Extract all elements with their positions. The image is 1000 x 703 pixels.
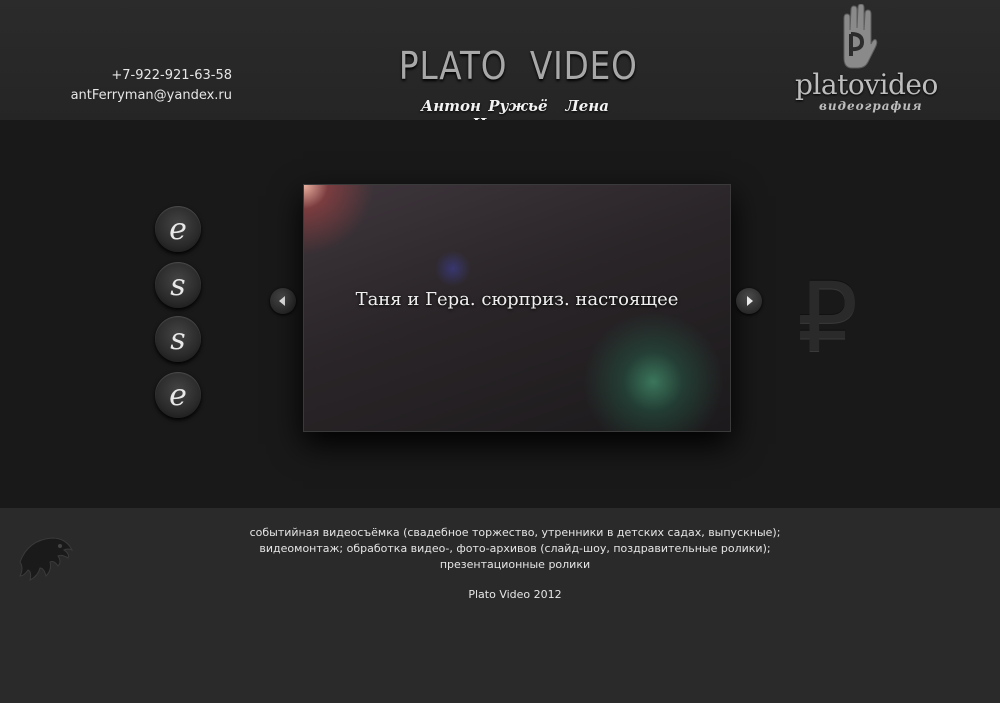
service-line-3: презентационные ролики	[439, 558, 591, 571]
services-list: событийная видеосъёмка (свадебное торжес…	[240, 525, 790, 573]
arrow-left-icon	[279, 296, 285, 306]
side-nav-button-4[interactable]: e	[155, 372, 201, 418]
platovideo-logo[interactable]: platovideo видеография	[790, 3, 938, 116]
footer: событийная видеосъёмка (свадебное торжес…	[0, 508, 1000, 703]
copyright: Plato Video 2012	[468, 588, 562, 601]
video-stage: e s s e Таня и Гера. сюрприз. настоящее …	[0, 120, 1000, 508]
logo-wordmark: platovideo	[795, 68, 938, 101]
slider-prev-button[interactable]	[270, 288, 296, 314]
contacts: +7-922-921-63-58 antFerryman@yandex.ru	[71, 66, 232, 106]
logo-subtitle: видеография	[819, 99, 923, 113]
site-title: PLATO VIDEO	[398, 44, 638, 88]
side-nav-button-1[interactable]: e	[155, 206, 201, 252]
service-line-2: видеомонтаж; обработка видео-, фото-архи…	[259, 542, 771, 555]
email-link[interactable]: antFerryman@yandex.ru	[71, 86, 232, 106]
arrow-right-icon	[747, 296, 753, 306]
slider-next-button[interactable]	[736, 288, 762, 314]
side-nav-button-3[interactable]: s	[155, 316, 201, 362]
service-line-1: событийная видеосъёмка (свадебное торжес…	[249, 526, 781, 539]
phone-number: +7-922-921-63-58	[111, 68, 232, 83]
hand-logo-icon	[838, 3, 878, 74]
eagle-icon	[18, 532, 74, 586]
video-title: Таня и Гера. сюрприз. настоящее	[355, 289, 679, 310]
side-nav-button-2[interactable]: s	[155, 262, 201, 308]
author-name-1: Антон Ружьё	[421, 97, 548, 115]
video-slide[interactable]: Таня и Гера. сюрприз. настоящее	[303, 184, 731, 432]
header: +7-922-921-63-58 antFerryman@yandex.ru P…	[0, 0, 1000, 133]
ruble-icon[interactable]: ₽	[797, 262, 858, 374]
